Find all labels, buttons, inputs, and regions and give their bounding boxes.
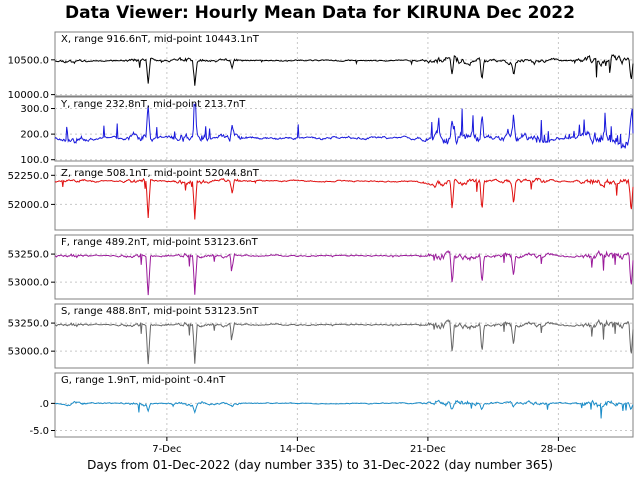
- y-tick-label-y: 300.0: [20, 104, 49, 115]
- y-tick-label-y: 100.0: [20, 155, 49, 166]
- panel-label-s: S, range 488.8nT, mid-point 53123.5nT: [61, 306, 259, 317]
- y-tick-label-g: .0: [39, 399, 49, 410]
- y-tick-label-x: 10000.0: [8, 90, 49, 101]
- y-tick-label-s: 53250.0: [8, 319, 49, 330]
- data-viewer-canvas: Data Viewer: Hourly Mean Data for KIRUNA…: [0, 0, 640, 480]
- y-tick-label-g: -5.0: [29, 426, 49, 437]
- y-tick-label-x: 10500.0: [8, 55, 49, 66]
- y-tick-label-s: 53000.0: [8, 347, 49, 358]
- y-tick-label-f: 53000.0: [8, 278, 49, 289]
- x-tick-label: 14-Dec: [280, 444, 316, 455]
- y-tick-label-z: 52000.0: [8, 200, 49, 211]
- x-tick-label: 7-Dec: [152, 444, 181, 455]
- y-tick-label-y: 200.0: [20, 130, 49, 141]
- panel-label-x: X, range 916.6nT, mid-point 10443.1nT: [61, 34, 260, 45]
- panel-label-f: F, range 489.2nT, mid-point 53123.6nT: [61, 237, 259, 248]
- x-axis-label: Days from 01-Dec-2022 (day number 335) t…: [87, 458, 553, 472]
- panel-label-g: G, range 1.9nT, mid-point -0.4nT: [61, 375, 226, 386]
- y-tick-label-f: 53250.0: [8, 250, 49, 261]
- x-tick-label: 28-Dec: [541, 444, 577, 455]
- x-tick-label: 21-Dec: [410, 444, 446, 455]
- panel-label-y: Y, range 232.8nT, mid-point 213.7nT: [60, 99, 246, 110]
- y-tick-label-z: 52250.0: [8, 171, 49, 182]
- panel-label-z: Z, range 508.1nT, mid-point 52044.8nT: [61, 168, 260, 179]
- chart-plot-area: 10000.0 10500.0 X, range 916.6nT, mid-poin…: [8, 31, 634, 455]
